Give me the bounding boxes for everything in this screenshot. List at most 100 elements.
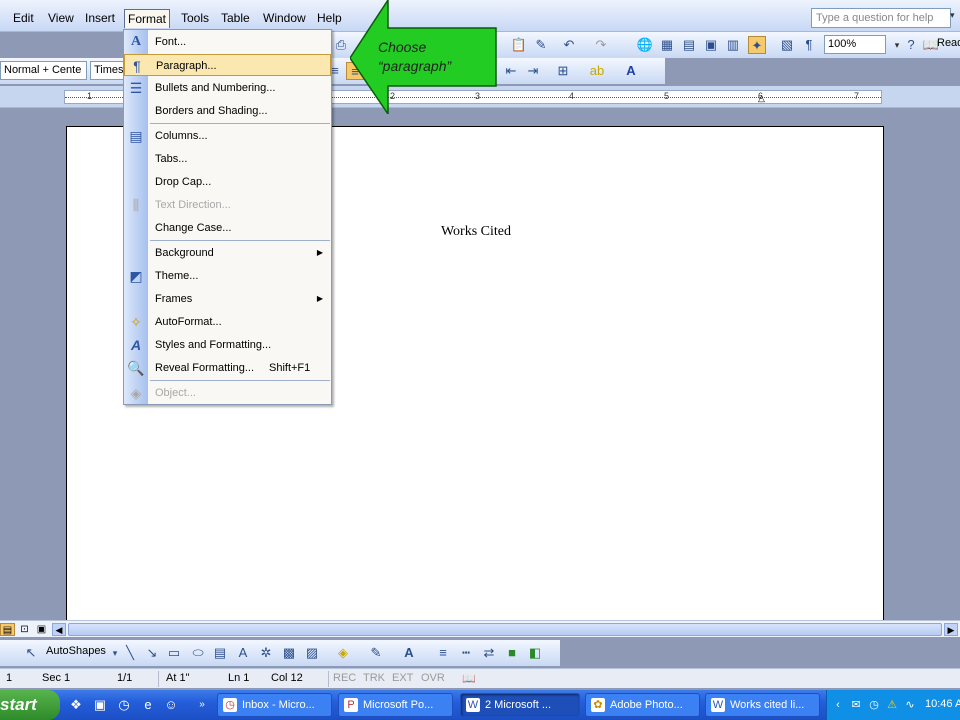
tray-audio-icon[interactable]: ∿ xyxy=(903,698,917,712)
menu-item-autoformat[interactable]: ✧ AutoFormat... xyxy=(124,311,331,333)
select-objects-icon[interactable]: ↖ xyxy=(22,644,40,662)
columns-toolbar-icon[interactable]: ▥ xyxy=(724,36,742,54)
drawing-icon[interactable]: ✦ xyxy=(748,36,766,54)
line-icon[interactable]: ╲ xyxy=(121,644,139,662)
autoshapes-menu[interactable]: AutoShapes xyxy=(46,645,106,657)
menu-view[interactable]: View xyxy=(45,11,77,25)
quicklaunch-desktop-icon[interactable]: ▣ xyxy=(92,697,108,713)
menu-item-font[interactable]: A Font... xyxy=(124,31,331,53)
menu-tools[interactable]: Tools xyxy=(178,11,212,25)
show-hide-pilcrow-icon[interactable]: ¶ xyxy=(800,36,818,54)
highlight-icon[interactable]: ab xyxy=(588,62,606,80)
paste-icon[interactable]: 📋 xyxy=(510,36,528,54)
format-painter-icon[interactable]: ✎ xyxy=(532,36,550,54)
menu-item-change-case[interactable]: Change Case... xyxy=(124,217,331,239)
quicklaunch-ie-icon[interactable]: e xyxy=(140,697,156,713)
help-search-input[interactable]: Type a question for help xyxy=(811,8,951,28)
quicklaunch-messenger-icon[interactable]: ☺ xyxy=(163,697,179,713)
menu-item-styles-formatting[interactable]: A Styles and Formatting... xyxy=(124,334,331,356)
menu-item-columns[interactable]: ▤ Columns... xyxy=(124,125,331,147)
line-color-icon[interactable]: ✎ xyxy=(367,644,385,662)
menu-item-theme[interactable]: ◩ Theme... xyxy=(124,265,331,287)
quicklaunch-windows-icon[interactable]: ❖ xyxy=(68,697,84,713)
taskbar-item-works-cited[interactable]: W Works cited li... xyxy=(705,693,820,717)
quicklaunch-more-icon[interactable]: » xyxy=(194,697,210,713)
scroll-left-icon[interactable]: ◀ xyxy=(52,623,66,636)
menu-item-frames[interactable]: Frames ▶ xyxy=(124,288,331,310)
read-button[interactable]: Read xyxy=(937,37,960,49)
menu-item-drop-cap[interactable]: Drop Cap... xyxy=(124,171,331,193)
rectangle-icon[interactable]: ▭ xyxy=(165,644,183,662)
menu-item-paragraph[interactable]: ¶ Paragraph... xyxy=(124,54,331,76)
dash-style-icon[interactable]: ┅ xyxy=(457,644,475,662)
font-select[interactable]: Times xyxy=(90,61,124,80)
photoshop-icon: ✿ xyxy=(591,698,605,712)
status-ext[interactable]: EXT xyxy=(392,672,413,684)
document-map-icon[interactable]: ▧ xyxy=(778,36,796,54)
quicklaunch-outlook-icon[interactable]: ◷ xyxy=(116,697,132,713)
status-rec[interactable]: REC xyxy=(333,672,356,684)
scroll-thumb[interactable] xyxy=(68,623,942,636)
status-ovr[interactable]: OVR xyxy=(421,672,445,684)
arrow-style-icon[interactable]: ⇄ xyxy=(480,644,498,662)
menu-item-bullets-numbering[interactable]: ☰ Bullets and Numbering... xyxy=(124,77,331,99)
help-dropdown-icon[interactable]: ▾ xyxy=(950,10,955,21)
diagram-icon[interactable]: ✲ xyxy=(257,644,275,662)
menu-item-text-direction[interactable]: ⫼ Text Direction... xyxy=(124,194,331,216)
style-select[interactable]: Normal + Cente xyxy=(0,61,87,80)
taskbar-item-photoshop[interactable]: ✿ Adobe Photo... xyxy=(585,693,700,717)
help-icon[interactable]: ? xyxy=(902,36,920,54)
zoom-select[interactable]: 100% xyxy=(824,35,886,54)
taskbar-item-inbox[interactable]: ◷ Inbox - Micro... xyxy=(217,693,332,717)
print-layout-icon[interactable]: ▣ xyxy=(34,623,49,636)
arrow-icon[interactable]: ↘ xyxy=(143,644,161,662)
status-trk[interactable]: TRK xyxy=(363,672,385,684)
taskbar-item-word[interactable]: W 2 Microsoft ... xyxy=(460,693,580,717)
borders-icon[interactable]: ⊞ xyxy=(554,62,572,80)
tables-borders-icon[interactable]: ▦ xyxy=(658,36,676,54)
reveal-formatting-icon: 🔍 xyxy=(127,360,145,376)
horizontal-scrollbar[interactable]: ▤ ⊡ ▣ ◀ ▶ xyxy=(0,620,960,637)
redo-icon[interactable]: ↷ xyxy=(592,36,610,54)
oval-icon[interactable]: ⬭ xyxy=(189,644,207,662)
start-button[interactable]: start xyxy=(0,690,60,720)
wordart-icon[interactable]: A xyxy=(234,644,252,662)
menu-item-borders-shading[interactable]: Borders and Shading... xyxy=(124,100,331,122)
insert-excel-icon[interactable]: ▣ xyxy=(702,36,720,54)
menu-item-object[interactable]: ◈ Object... xyxy=(124,382,331,404)
menu-table[interactable]: Table xyxy=(218,11,253,25)
insert-table-icon[interactable]: ▤ xyxy=(680,36,698,54)
tray-mail-icon[interactable]: ✉ xyxy=(849,698,863,712)
menu-help[interactable]: Help xyxy=(314,11,345,25)
shadow-style-icon[interactable]: ■ xyxy=(503,644,521,662)
clip-art-icon[interactable]: ▩ xyxy=(280,644,298,662)
menu-format[interactable]: Format xyxy=(124,9,171,28)
right-indent-marker-icon[interactable]: △ xyxy=(758,93,765,104)
increase-indent-icon[interactable]: ⇥ xyxy=(524,62,542,80)
menu-item-reveal-formatting[interactable]: 🔍 Reveal Formatting... Shift+F1 xyxy=(124,357,331,379)
taskbar-item-powerpoint[interactable]: P Microsoft Po... xyxy=(338,693,453,717)
decrease-indent-icon[interactable]: ⇤ xyxy=(502,62,520,80)
undo-icon[interactable]: ↶ xyxy=(560,36,578,54)
fill-color-icon[interactable]: ◈ xyxy=(334,644,352,662)
spelling-status-icon[interactable]: 📖 xyxy=(462,672,476,685)
3d-style-icon[interactable]: ◧ xyxy=(526,644,544,662)
drawing-font-color-icon[interactable]: A xyxy=(400,644,418,662)
menu-insert[interactable]: Insert xyxy=(82,11,118,25)
tray-chevron-icon[interactable]: ‹ xyxy=(831,698,845,712)
line-style-icon[interactable]: ≡ xyxy=(434,644,452,662)
scroll-right-icon[interactable]: ▶ xyxy=(944,623,958,636)
tray-warning-icon[interactable]: ⚠ xyxy=(885,698,899,712)
menu-item-tabs[interactable]: Tabs... xyxy=(124,148,331,170)
print-preview-icon[interactable]: ⎙ xyxy=(332,36,350,54)
text-box-icon[interactable]: ▤ xyxy=(211,644,229,662)
insert-picture-icon[interactable]: ▨ xyxy=(303,644,321,662)
menu-item-background[interactable]: Background ▶ xyxy=(124,242,331,264)
menu-window[interactable]: Window xyxy=(260,11,309,25)
normal-view-icon[interactable]: ▤ xyxy=(0,623,15,636)
hyperlink-icon[interactable]: 🌐 xyxy=(636,36,654,54)
menu-edit[interactable]: Edit xyxy=(10,11,37,25)
tray-clock-icon[interactable]: ◷ xyxy=(867,698,881,712)
web-layout-icon[interactable]: ⊡ xyxy=(17,623,32,636)
font-color-icon[interactable]: A xyxy=(622,62,640,80)
